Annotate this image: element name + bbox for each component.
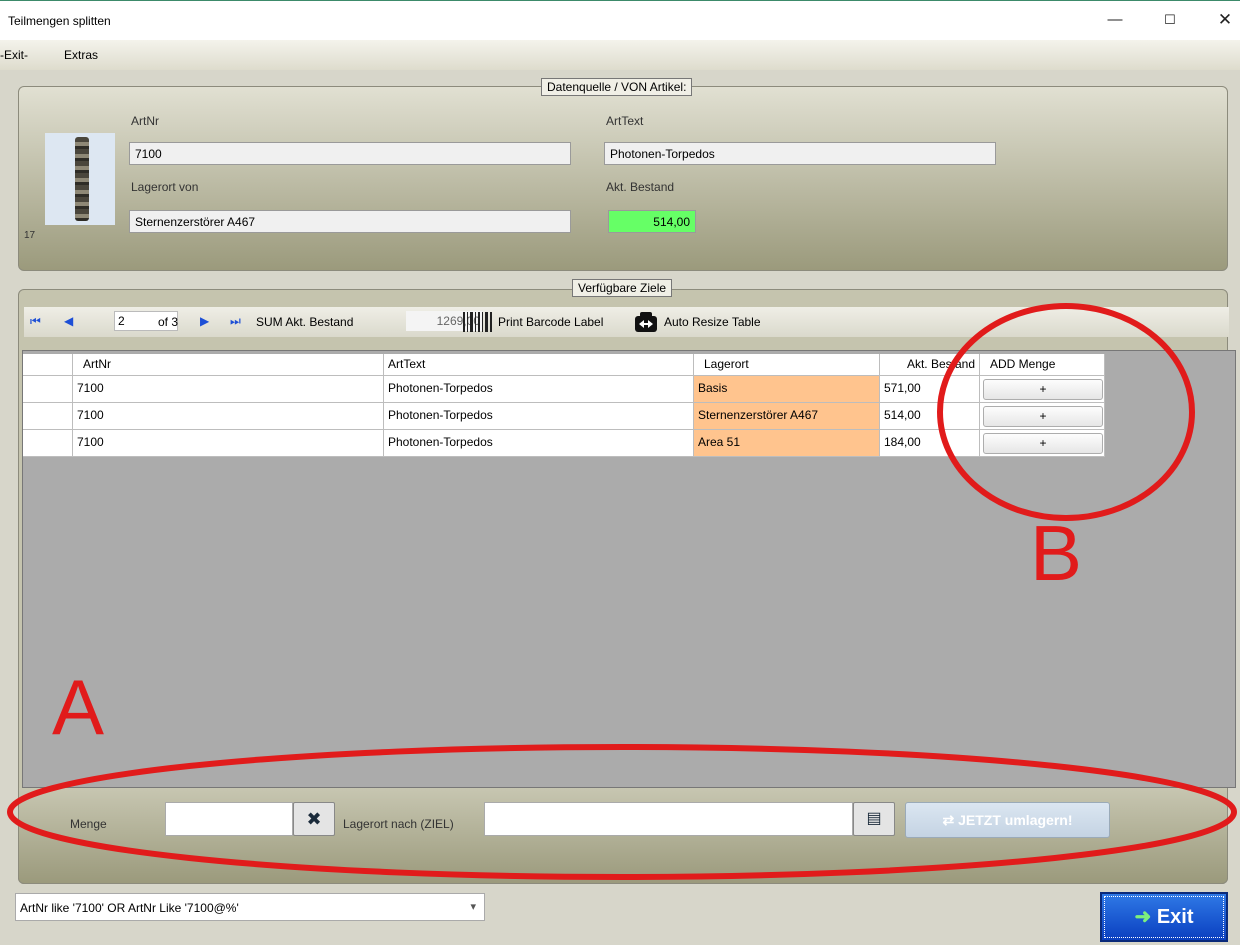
exit-arrow-icon: ➜ <box>1134 906 1152 928</box>
column-header-add-menge[interactable]: ADD Menge <box>980 354 1105 376</box>
menge-input[interactable] <box>165 802 293 836</box>
cell-artnr[interactable]: 7100 <box>73 376 384 403</box>
cell-artnr[interactable]: 7100 <box>73 430 384 457</box>
menu-bar: -Exit- Extras <box>0 40 1240 70</box>
exit-button-label: Exit <box>1156 906 1194 928</box>
jetzt-umlagern-button[interactable]: ⇄ JETZT umlagern! <box>905 802 1110 838</box>
add-menge-button[interactable]: + <box>983 379 1103 400</box>
column-header-artnr[interactable]: ArtNr <box>73 354 384 376</box>
bestand-label: Akt. Bestand <box>606 180 675 194</box>
filter-value: ArtNr like '7100' OR ArtNr Like '7100@%' <box>20 901 239 915</box>
cell-arttext[interactable]: Photonen-Torpedos <box>384 376 694 403</box>
clear-icon[interactable]: ✖ <box>293 802 335 836</box>
auto-resize-button[interactable]: Auto Resize Table <box>664 315 761 329</box>
prev-record-icon[interactable]: ◀ <box>64 314 73 328</box>
resize-icon[interactable] <box>634 311 658 333</box>
column-header-arttext[interactable]: ArtText <box>384 354 694 376</box>
add-menge-button[interactable]: + <box>983 433 1103 454</box>
cell-lagerort[interactable]: Area 51 <box>694 430 880 457</box>
menu-extras[interactable]: Extras <box>64 48 98 62</box>
print-barcode-button[interactable]: Print Barcode Label <box>498 315 603 329</box>
exit-button[interactable]: ➜ Exit <box>1100 892 1228 942</box>
menu-exit[interactable]: -Exit- <box>0 48 28 62</box>
add-menge-button[interactable]: + <box>983 406 1103 427</box>
title-bar: Teilmengen splitten — ☐ ✕ <box>0 0 1240 40</box>
sum-label: SUM Akt. Bestand <box>256 315 354 329</box>
cell-arttext[interactable]: Photonen-Torpedos <box>384 403 694 430</box>
ziel-label: Lagerort nach (ZIEL) <box>343 817 454 831</box>
ziel-input[interactable] <box>484 802 853 836</box>
chevron-down-icon[interactable]: ▾ <box>470 900 476 913</box>
lookup-icon[interactable]: ▤ <box>853 802 895 836</box>
row-header[interactable] <box>23 430 73 457</box>
cell-bestand[interactable]: 514,00 <box>880 403 980 430</box>
cell-bestand[interactable]: 184,00 <box>880 430 980 457</box>
record-count: of 3 <box>158 315 179 329</box>
arttext-label: ArtText <box>606 114 644 128</box>
bestand-field: 514,00 <box>608 210 696 233</box>
column-header-lagerort[interactable]: Lagerort <box>694 354 880 376</box>
binding-navigator: ⏮ ◀ 2 of 3 ▶ ⏭ SUM Akt. Bestand 1269,00 … <box>24 307 1229 337</box>
lagerort-von-field[interactable]: Sternenzerstörer A467 <box>129 210 571 233</box>
arttext-field[interactable]: Photonen-Torpedos <box>604 142 996 165</box>
row-header-column <box>23 354 73 376</box>
artnr-field[interactable]: 7100 <box>129 142 571 165</box>
row-header[interactable] <box>23 403 73 430</box>
menge-label: Menge <box>70 817 107 831</box>
minimize-button[interactable]: — <box>1095 7 1135 33</box>
article-image <box>45 133 115 225</box>
annotation-letter-a: A <box>52 663 105 751</box>
targets-group-title: Verfügbare Ziele <box>572 279 673 297</box>
first-record-icon[interactable]: ⏮ <box>30 314 41 329</box>
barcode-icon[interactable] <box>462 311 494 333</box>
cell-lagerort[interactable]: Sternenzerstörer A467 <box>694 403 880 430</box>
next-record-icon[interactable]: ▶ <box>200 314 209 328</box>
artnr-label: ArtNr <box>131 114 159 128</box>
filter-combo[interactable]: ArtNr like '7100' OR ArtNr Like '7100@%'… <box>15 893 485 921</box>
maximize-button[interactable]: ☐ <box>1150 7 1190 33</box>
source-group-title: Datenquelle / VON Artikel: <box>541 78 693 96</box>
cell-artnr[interactable]: 7100 <box>73 403 384 430</box>
image-caption: 17 <box>24 230 36 241</box>
lagerort-von-label: Lagerort von <box>131 180 199 194</box>
window-title: Teilmengen splitten <box>8 14 111 28</box>
row-header[interactable] <box>23 376 73 403</box>
source-group: 17 ArtNr 7100 Lagerort von Sternenzerstö… <box>18 86 1228 271</box>
cell-bestand[interactable]: 571,00 <box>880 376 980 403</box>
cell-lagerort[interactable]: Basis <box>694 376 880 403</box>
annotation-letter-b: B <box>1030 509 1083 597</box>
column-header-bestand[interactable]: Akt. Bestand <box>880 354 980 376</box>
cell-arttext[interactable]: Photonen-Torpedos <box>384 430 694 457</box>
last-record-icon[interactable]: ⏭ <box>230 314 241 329</box>
close-button[interactable]: ✕ <box>1205 7 1240 33</box>
chain-image <box>75 137 89 221</box>
